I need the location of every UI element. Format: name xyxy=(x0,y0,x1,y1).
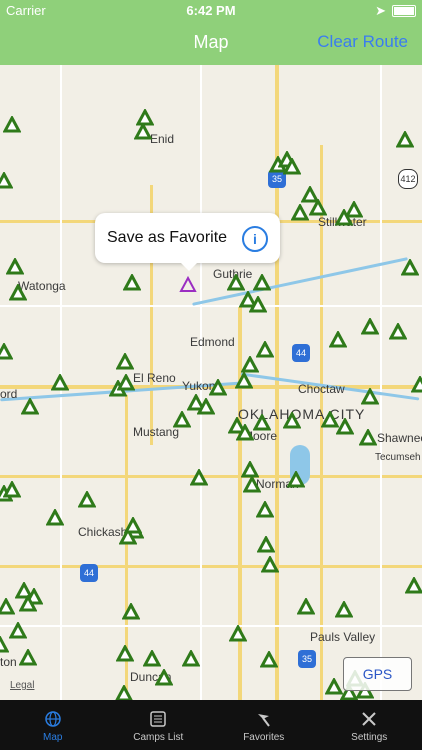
tools-icon xyxy=(362,712,376,726)
tab-favorites[interactable]: Favorites xyxy=(211,700,317,750)
place-label: ton xyxy=(0,655,17,669)
clear-route-button[interactable]: Clear Route xyxy=(317,32,408,52)
map-view[interactable]: Enid Stillwater Watonga Guthrie Edmond E… xyxy=(0,65,422,700)
tab-label: Settings xyxy=(351,732,388,743)
tab-label: Camps List xyxy=(133,732,184,743)
place-label: Pauls Valley xyxy=(310,630,376,644)
place-label: Choctaw xyxy=(298,382,345,396)
save-favorite-popup[interactable]: Save as Favorite i xyxy=(95,213,280,271)
place-label: El Reno xyxy=(133,371,176,385)
interstate-shield: 44 xyxy=(80,564,98,582)
interstate-shield: 44 xyxy=(292,344,310,362)
globe-icon xyxy=(45,711,61,727)
status-bar: Carrier 6:42 PM ➤ xyxy=(0,0,422,20)
place-label: ord xyxy=(0,387,18,401)
nav-bar: Map Clear Route xyxy=(0,20,422,65)
tab-bar: Map Camps List Favorites Settings xyxy=(0,700,422,750)
tab-camps-list[interactable]: Camps List xyxy=(106,700,212,750)
interstate-shield: 35 xyxy=(298,650,316,668)
tab-settings[interactable]: Settings xyxy=(317,700,422,750)
gps-button[interactable]: GPS xyxy=(343,657,412,691)
tab-label: Map xyxy=(43,732,63,743)
location-icon: ➤ xyxy=(375,3,386,18)
place-label: Edmond xyxy=(190,335,235,349)
info-icon[interactable]: i xyxy=(242,226,268,252)
status-icons: ➤ xyxy=(375,3,416,19)
place-label: Enid xyxy=(150,132,175,146)
time-label: 6:42 PM xyxy=(186,3,236,18)
place-label: Shawnee xyxy=(377,431,422,445)
flag-icon xyxy=(257,714,270,727)
tab-map[interactable]: Map xyxy=(0,700,106,750)
us-route-shield: 412 xyxy=(398,169,418,189)
tab-label: Favorites xyxy=(243,732,285,743)
legal-link[interactable]: Legal xyxy=(10,680,34,691)
battery-icon xyxy=(392,5,416,17)
place-label: Tecumseh xyxy=(375,452,421,463)
list-icon xyxy=(150,711,166,727)
save-as-favorite-label[interactable]: Save as Favorite xyxy=(107,229,227,247)
